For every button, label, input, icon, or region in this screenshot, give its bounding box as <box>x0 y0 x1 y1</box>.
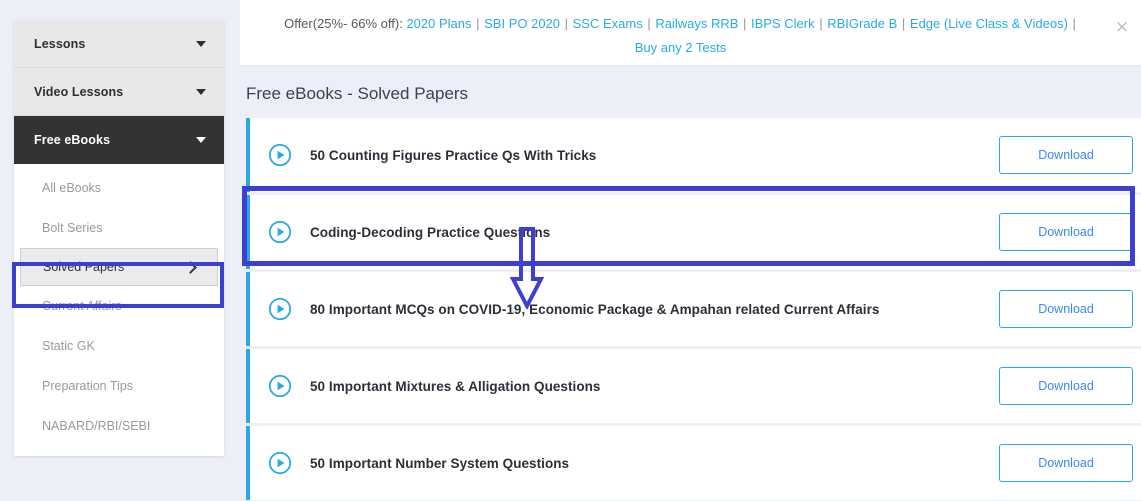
offer-link-2020-plans[interactable]: 2020 Plans <box>406 16 475 31</box>
offer-link-ibps-clerk[interactable]: IBPS Clerk <box>747 16 818 31</box>
sidebar-item-label: Lessons <box>34 36 86 51</box>
play-circle-icon <box>268 297 292 321</box>
list-item-title: 80 Important MCQs on COVID-19, Economic … <box>310 301 880 317</box>
play-circle-icon <box>268 220 292 244</box>
sidebar-sublist: All eBooks Bolt Series Solved Papers Cur… <box>14 164 224 456</box>
sidebar-item-label: NABARD/RBI/SEBI <box>42 419 151 433</box>
page-title: Free eBooks - Solved Papers <box>240 66 1141 118</box>
main-content: Offer(25%- 66% off): 2020 Plans | SBI PO… <box>240 0 1141 501</box>
offer-text: Offer(25%- 66% off): 2020 Plans | SBI PO… <box>254 12 1107 60</box>
chevron-down-icon <box>196 137 206 143</box>
play-circle-icon <box>268 374 292 398</box>
ebook-list: 50 Counting Figures Practice Qs With Tri… <box>240 118 1141 500</box>
sidebar: Lessons Video Lessons Free eBooks All eB… <box>0 0 240 501</box>
sidebar-item-preparation-tips[interactable]: Preparation Tips <box>14 366 224 406</box>
play-circle-icon <box>268 451 292 475</box>
offer-links: 2020 Plans | SBI PO 2020 | SSC Exams | R… <box>406 16 1076 31</box>
sidebar-item-video-lessons[interactable]: Video Lessons <box>14 68 224 116</box>
offer-link-railways-rrb[interactable]: Railways RRB <box>652 16 742 31</box>
sidebar-item-label: Bolt Series <box>42 221 103 235</box>
close-icon[interactable]: × <box>1113 18 1131 36</box>
list-item-title: 50 Counting Figures Practice Qs With Tri… <box>310 147 597 163</box>
sidebar-item-label: Static GK <box>42 339 95 353</box>
offer-prefix: Offer(25%- 66% off): <box>284 16 403 31</box>
sidebar-item-nabard-rbi-sebi[interactable]: NABARD/RBI/SEBI <box>14 406 224 446</box>
list-item[interactable]: 50 Important Mixtures & Alligation Quest… <box>246 349 1141 423</box>
list-item[interactable]: Coding-Decoding Practice Questions Downl… <box>246 195 1141 269</box>
chevron-down-icon <box>196 40 206 47</box>
sidebar-item-label: Free eBooks <box>34 133 111 147</box>
offer-link-rbigrade-b[interactable]: RBIGrade B <box>824 16 901 31</box>
sidebar-item-bolt-series[interactable]: Bolt Series <box>14 208 224 248</box>
list-item-title: Coding-Decoding Practice Questions <box>310 224 551 240</box>
list-item[interactable]: 50 Counting Figures Practice Qs With Tri… <box>246 118 1141 192</box>
offer-link-separator: | <box>1072 16 1076 31</box>
download-button[interactable]: Download <box>999 444 1133 482</box>
download-button[interactable]: Download <box>999 136 1133 174</box>
chevron-down-icon <box>196 88 206 95</box>
offer-link-edge-live-class-videos[interactable]: Edge (Live Class & Videos) <box>906 16 1071 31</box>
sidebar-card: Lessons Video Lessons Free eBooks All eB… <box>14 20 224 456</box>
sidebar-item-label: All eBooks <box>42 181 102 195</box>
offer-link-ssc-exams[interactable]: SSC Exams <box>569 16 646 31</box>
sidebar-item-label: Video Lessons <box>34 84 124 99</box>
app-root: Lessons Video Lessons Free eBooks All eB… <box>0 0 1141 501</box>
sidebar-item-lessons[interactable]: Lessons <box>14 20 224 68</box>
sidebar-item-current-affairs[interactable]: Current Affairs <box>14 286 224 326</box>
sidebar-item-all-ebooks[interactable]: All eBooks <box>14 168 224 208</box>
sidebar-item-label: Preparation Tips <box>42 379 134 393</box>
list-item[interactable]: 50 Important Number System Questions Dow… <box>246 426 1141 500</box>
sidebar-item-free-ebooks[interactable]: Free eBooks <box>14 116 224 164</box>
offer-link-buy-any-2-tests[interactable]: Buy any 2 Tests <box>635 40 727 55</box>
offer-banner: Offer(25%- 66% off): 2020 Plans | SBI PO… <box>240 0 1141 66</box>
play-circle-icon <box>268 143 292 167</box>
sidebar-item-static-gk[interactable]: Static GK <box>14 326 224 366</box>
offer-link-sbi-po-2020[interactable]: SBI PO 2020 <box>481 16 564 31</box>
download-button[interactable]: Download <box>999 367 1133 405</box>
chevron-right-icon <box>184 260 197 274</box>
sidebar-item-label: Current Affairs <box>42 299 122 313</box>
list-item[interactable]: 80 Important MCQs on COVID-19, Economic … <box>246 272 1141 346</box>
list-item-title: 50 Important Number System Questions <box>310 455 570 471</box>
sidebar-item-solved-papers[interactable]: Solved Papers <box>20 248 218 286</box>
download-button[interactable]: Download <box>999 290 1133 328</box>
sidebar-item-label: Solved Papers <box>43 260 125 274</box>
list-item-title: 50 Important Mixtures & Alligation Quest… <box>310 378 601 394</box>
download-button[interactable]: Download <box>999 213 1133 251</box>
